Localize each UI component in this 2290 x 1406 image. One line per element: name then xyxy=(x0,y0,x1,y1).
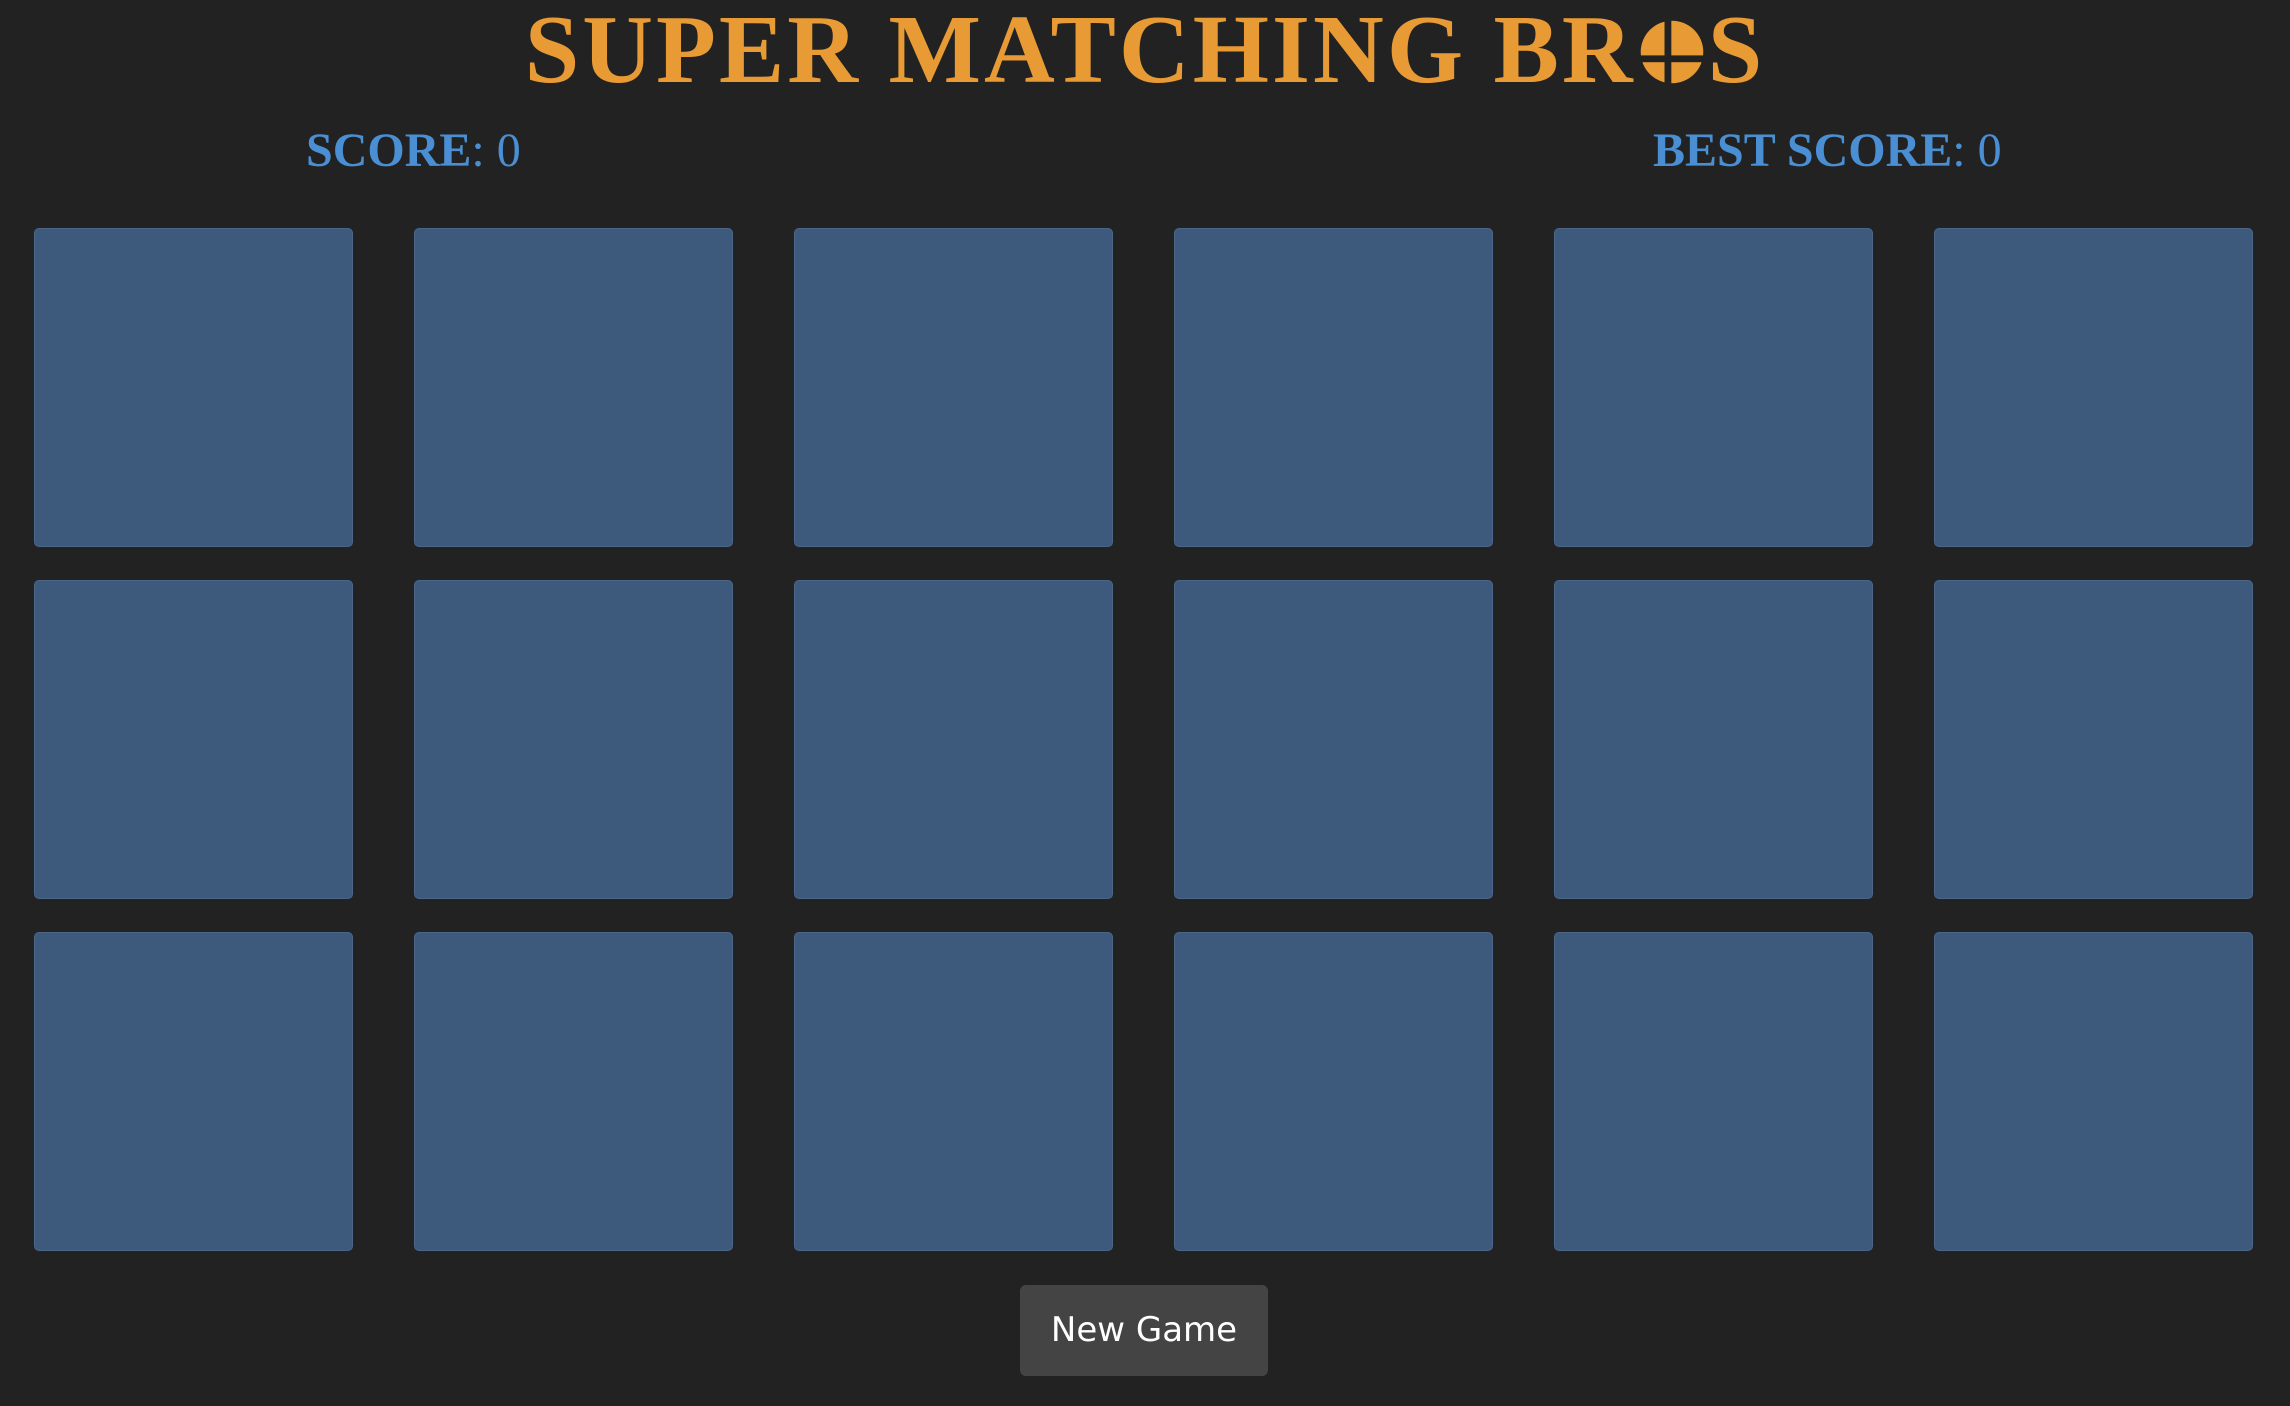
card[interactable] xyxy=(1934,580,2253,899)
card[interactable] xyxy=(1174,580,1493,899)
card[interactable] xyxy=(1554,932,1873,1251)
card[interactable] xyxy=(1554,580,1873,899)
score-label: SCORE xyxy=(306,124,472,177)
title-text-end: S xyxy=(1707,0,1766,104)
card-board xyxy=(34,228,2254,1251)
card[interactable] xyxy=(414,228,733,547)
best-score-label: BEST SCORE xyxy=(1653,124,1953,177)
card[interactable] xyxy=(1174,932,1493,1251)
best-score-display: BEST SCORE: 0 xyxy=(1653,118,2002,184)
card[interactable] xyxy=(1174,228,1493,547)
game-title: SUPER MATCHING BR S xyxy=(0,0,2290,100)
score-value: 0 xyxy=(496,124,521,177)
best-score-separator: : xyxy=(1952,124,1966,177)
score-separator: : xyxy=(471,124,485,177)
card[interactable] xyxy=(794,228,1113,547)
card[interactable] xyxy=(34,228,353,547)
new-game-button[interactable]: New Game xyxy=(1020,1285,1268,1376)
card[interactable] xyxy=(34,580,353,899)
card[interactable] xyxy=(1934,932,2253,1251)
score-display: SCORE: 0 xyxy=(306,118,521,184)
card[interactable] xyxy=(414,932,733,1251)
card[interactable] xyxy=(1554,228,1873,547)
smash-ball-icon xyxy=(1637,18,1706,86)
title-text-start: SUPER MATCHING BR xyxy=(524,0,1636,104)
card[interactable] xyxy=(1934,228,2253,547)
card[interactable] xyxy=(794,580,1113,899)
card[interactable] xyxy=(794,932,1113,1251)
best-score-value: 0 xyxy=(1977,124,2002,177)
card[interactable] xyxy=(34,932,353,1251)
card[interactable] xyxy=(414,580,733,899)
